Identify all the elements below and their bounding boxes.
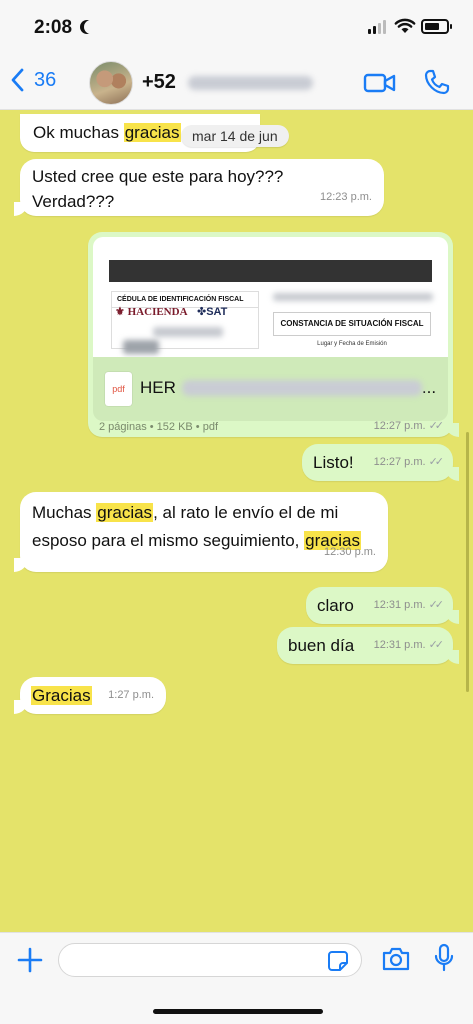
contact-name[interactable]: +52 — [142, 71, 313, 94]
double-check-icon: ✓✓ — [428, 599, 445, 611]
message-meta: 12:27 p.m. ✓✓ — [373, 419, 445, 433]
contact-prefix: +52 — [142, 71, 176, 93]
hacienda-label: HACIENDA — [127, 306, 188, 318]
message-input[interactable] — [58, 943, 362, 977]
message-time: 12:31 p.m. — [373, 599, 426, 611]
battery-level — [425, 23, 439, 30]
message-time: 12:23 p.m. — [320, 191, 372, 203]
message-text: claro — [317, 596, 354, 615]
scrollbar[interactable] — [466, 432, 469, 692]
sat-label: SAT — [206, 306, 228, 318]
lugar-fecha-label: Lugar y Fecha de Emisión — [317, 341, 387, 347]
battery-icon — [421, 19, 452, 34]
pdf-file-icon: pdf — [105, 372, 132, 406]
camera-icon[interactable] — [381, 946, 411, 972]
composer-bar — [0, 932, 473, 1024]
message-line: Muchas gracias, al rato le envío el de m… — [32, 499, 376, 527]
chat-area[interactable]: Ok muchas gracias mar 14 de jun Usted cr… — [0, 110, 473, 932]
moon-icon — [84, 20, 98, 34]
sat-logo: ✤SAT — [197, 306, 228, 318]
double-check-icon: ✓✓ — [428, 639, 445, 651]
message-bubble-incoming[interactable]: Usted cree que este para hoy??? Verdad??… — [14, 159, 384, 216]
message-time: 12:27 p.m. — [373, 456, 426, 468]
document-name-ellipsis: ... — [421, 378, 437, 397]
document-name-prefix: HER — [140, 378, 176, 397]
message-bubble-outgoing[interactable]: claro 12:31 p.m. ✓✓ — [306, 587, 459, 624]
home-indicator[interactable] — [153, 1009, 323, 1014]
document-message[interactable]: CÉDULA DE IDENTIFICACIÓN FISCAL ⚜ HACIEN… — [88, 232, 459, 437]
double-check-icon: ✓✓ — [428, 456, 445, 468]
redacted-document-name — [181, 380, 422, 396]
microphone-icon[interactable] — [433, 943, 455, 973]
back-button[interactable]: 36 — [10, 68, 56, 92]
document-name: HER ... — [140, 378, 436, 398]
message-meta: 12:31 p.m. ✓✓ — [373, 633, 445, 658]
message-bubble-incoming[interactable]: Muchas gracias, al rato le envío el de m… — [14, 492, 388, 572]
chat-header: 36 +52 — [0, 58, 473, 110]
message-text: Muchas — [32, 503, 97, 522]
message-time: 12:27 p.m. — [373, 419, 426, 432]
message-text: Ok muchas — [33, 123, 124, 142]
chevron-left-icon — [11, 68, 24, 92]
message-time: 12:30 p.m. — [324, 546, 376, 558]
message-text: buen día — [288, 636, 355, 655]
double-check-icon: ✓✓ — [428, 420, 445, 432]
phone-icon[interactable] — [424, 69, 450, 95]
video-camera-icon[interactable] — [363, 71, 397, 95]
message-text: , al rato le envío el de mi — [153, 503, 339, 522]
hacienda-logo: ⚜ HACIENDA — [115, 306, 188, 318]
sticker-icon[interactable] — [327, 950, 349, 972]
highlighted-word: gracias — [96, 503, 154, 522]
document-preview[interactable]: CÉDULA DE IDENTIFICACIÓN FISCAL ⚜ HACIEN… — [93, 237, 448, 357]
plus-icon[interactable] — [17, 947, 43, 973]
message-bubble-incoming[interactable]: Gracias 1:27 p.m. — [14, 677, 166, 714]
document-name-row[interactable]: pdf HER ... — [93, 357, 448, 421]
redacted-text — [153, 327, 223, 337]
unread-count: 36 — [34, 68, 57, 91]
message-bubble-outgoing[interactable]: buen día 12:31 p.m. ✓✓ — [277, 627, 459, 664]
message-meta: 12:27 p.m. ✓✓ — [373, 450, 445, 475]
message-meta: 12:31 p.m. ✓✓ — [373, 593, 445, 618]
message-bubble-outgoing[interactable]: Listo! 12:27 p.m. ✓✓ — [302, 444, 459, 481]
document-info: 2 páginas • 152 KB • pdf — [99, 421, 219, 433]
cellular-signal-icon — [368, 20, 386, 34]
redacted-text — [273, 293, 433, 301]
date-separator: mar 14 de jun — [181, 125, 289, 147]
status-time: 2:08 — [34, 17, 73, 38]
avatar[interactable] — [89, 61, 133, 105]
constancia-title: CONSTANCIA DE SITUACIÓN FISCAL — [273, 312, 431, 336]
wifi-icon — [394, 18, 416, 33]
redacted-image — [123, 340, 159, 354]
message-text: esposo para el mismo seguimiento, — [32, 531, 305, 550]
document-header-bar — [109, 260, 432, 282]
highlighted-word: Gracias — [31, 686, 92, 705]
status-bar: 2:08 — [0, 0, 473, 58]
message-time: 1:27 p.m. — [108, 689, 154, 701]
redacted-phone-number — [187, 75, 313, 90]
message-time: 12:31 p.m. — [373, 639, 426, 651]
message-text: Listo! — [313, 453, 354, 472]
highlighted-word: gracias — [123, 123, 181, 142]
